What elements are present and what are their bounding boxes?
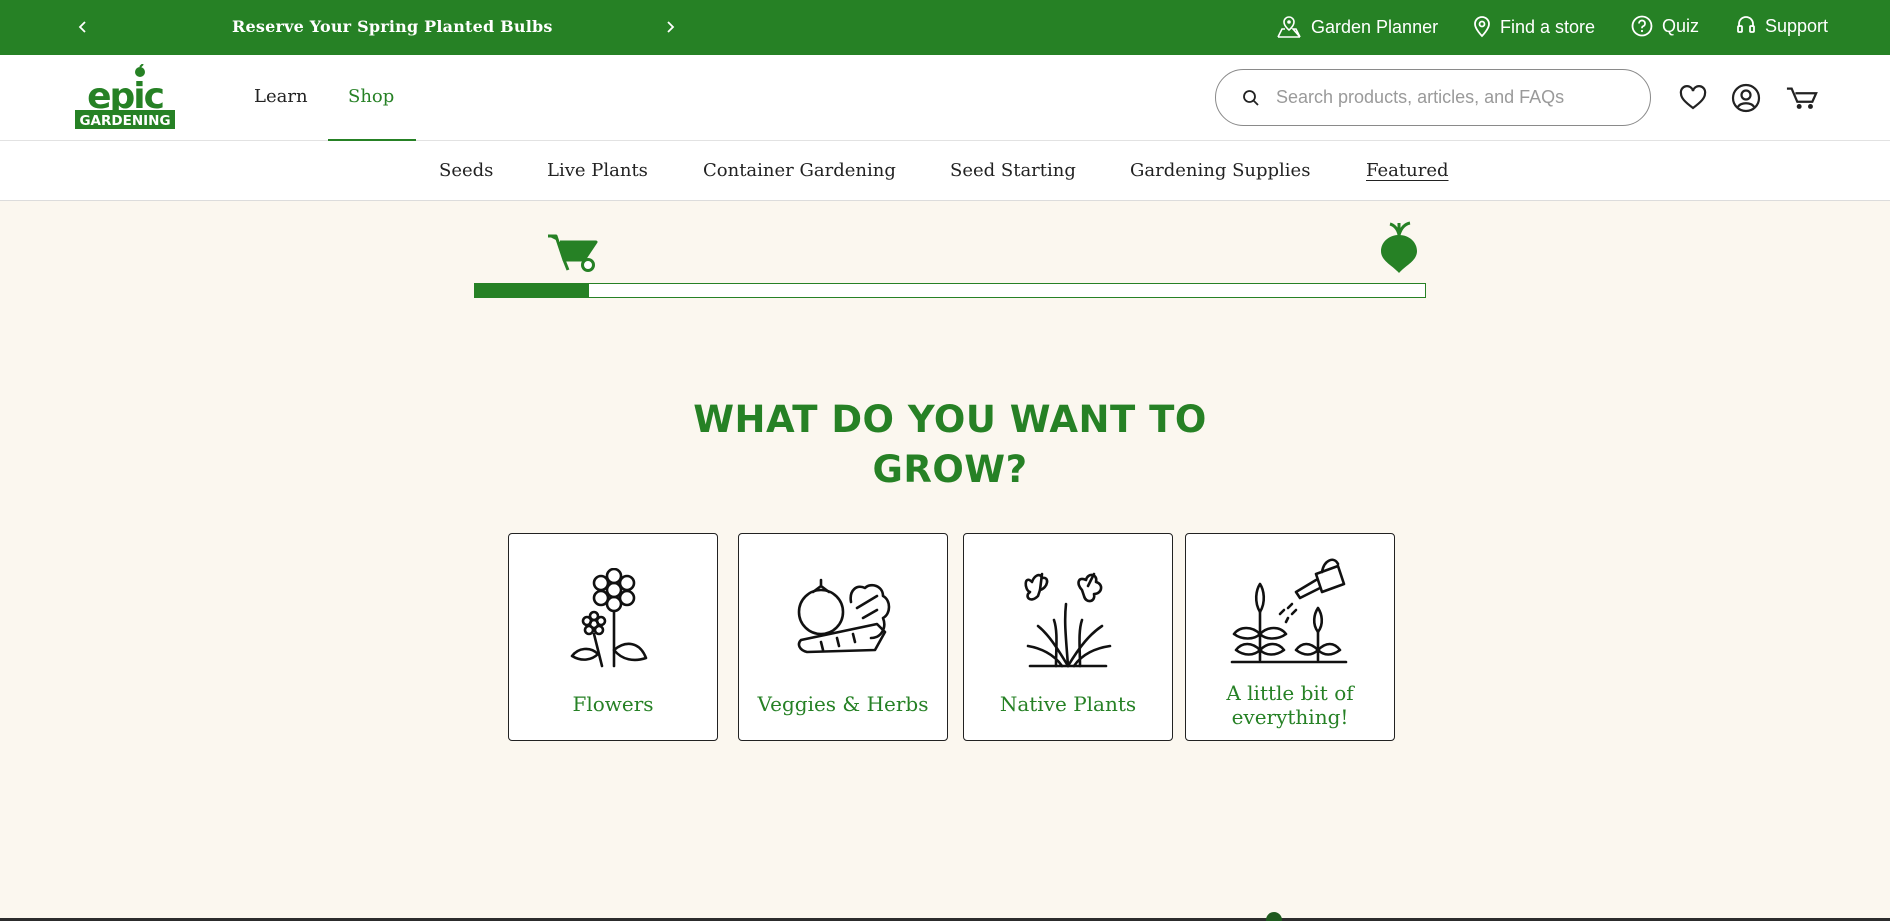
option-flowers-label: Flowers — [572, 692, 654, 716]
quiz-progress-fill — [475, 284, 589, 297]
promo-bar: Reserve Your Spring Planted Bulbs Garden… — [0, 0, 1890, 55]
garden-planner-icon — [1277, 16, 1301, 38]
garden-planner-label: Garden Planner — [1311, 16, 1439, 37]
promo-text[interactable]: Reserve Your Spring Planted Bulbs — [232, 17, 553, 36]
option-everything[interactable]: A little bit of everything! — [1185, 533, 1395, 741]
category-seed-starting[interactable]: Seed Starting — [950, 160, 1076, 181]
option-veggies-herbs[interactable]: Veggies & Herbs — [738, 533, 948, 741]
location-pin-icon — [1474, 16, 1490, 38]
promo-prev-button[interactable] — [68, 10, 98, 44]
chevron-right-icon — [667, 21, 675, 33]
wishlist-button[interactable] — [1677, 82, 1709, 114]
option-native-plants[interactable]: Native Plants — [963, 533, 1173, 741]
category-container-gardening[interactable]: Container Gardening — [703, 160, 896, 181]
nav-shop[interactable]: Shop — [348, 86, 394, 107]
support-label: Support — [1765, 15, 1829, 36]
cart-button[interactable] — [1786, 82, 1818, 114]
cart-wheelbarrow-icon — [1786, 87, 1818, 109]
category-seeds[interactable]: Seeds — [439, 160, 493, 181]
turnip-icon — [1381, 221, 1417, 273]
find-store-label: Find a store — [1500, 16, 1596, 37]
flower-icon — [570, 568, 648, 668]
quiz-link[interactable]: Quiz — [1631, 15, 1699, 37]
question-circle-icon — [1631, 15, 1653, 37]
category-live-plants[interactable]: Live Plants — [547, 160, 648, 181]
site-header: epic GARDENING Learn Shop — [0, 55, 1890, 141]
search-icon — [1243, 89, 1259, 106]
account-icon — [1731, 83, 1761, 113]
category-nav: Seeds Live Plants Container Gardening Se… — [0, 141, 1890, 201]
account-button[interactable] — [1730, 82, 1762, 114]
garden-planner-link[interactable]: Garden Planner — [1276, 15, 1438, 39]
chevron-left-icon — [78, 21, 86, 33]
promo-next-button[interactable] — [655, 10, 685, 44]
logo-subtext: GARDENING — [79, 113, 170, 129]
option-native-plants-label: Native Plants — [999, 692, 1137, 716]
footer-leaf-icon — [1266, 912, 1282, 921]
headset-icon — [1737, 16, 1755, 33]
category-featured[interactable]: Featured — [1366, 160, 1449, 181]
quiz-question: WHAT DO YOU WANT TO GROW? — [693, 398, 1207, 491]
find-store-link[interactable]: Find a store — [1473, 15, 1595, 39]
option-veggies-herbs-label: Veggies & Herbs — [757, 692, 929, 716]
option-everything-label: A little bit of everything! — [1226, 681, 1354, 729]
category-gardening-supplies[interactable]: Gardening Supplies — [1130, 160, 1310, 181]
support-link[interactable]: Support — [1736, 15, 1828, 37]
quiz-progress-bar — [474, 283, 1426, 298]
wheelbarrow-icon — [548, 234, 598, 272]
quiz-label: Quiz — [1662, 15, 1700, 36]
search-input[interactable] — [1276, 87, 1636, 108]
heart-icon — [1679, 85, 1707, 110]
vegetables-icon — [797, 578, 891, 654]
nav-learn[interactable]: Learn — [254, 86, 308, 107]
search-bar[interactable] — [1215, 69, 1651, 126]
epic-gardening-logo[interactable]: epic GARDENING — [74, 64, 176, 132]
option-flowers[interactable]: Flowers — [508, 533, 718, 741]
watering-can-icon — [1230, 558, 1348, 664]
native-plants-icon — [1024, 572, 1112, 668]
